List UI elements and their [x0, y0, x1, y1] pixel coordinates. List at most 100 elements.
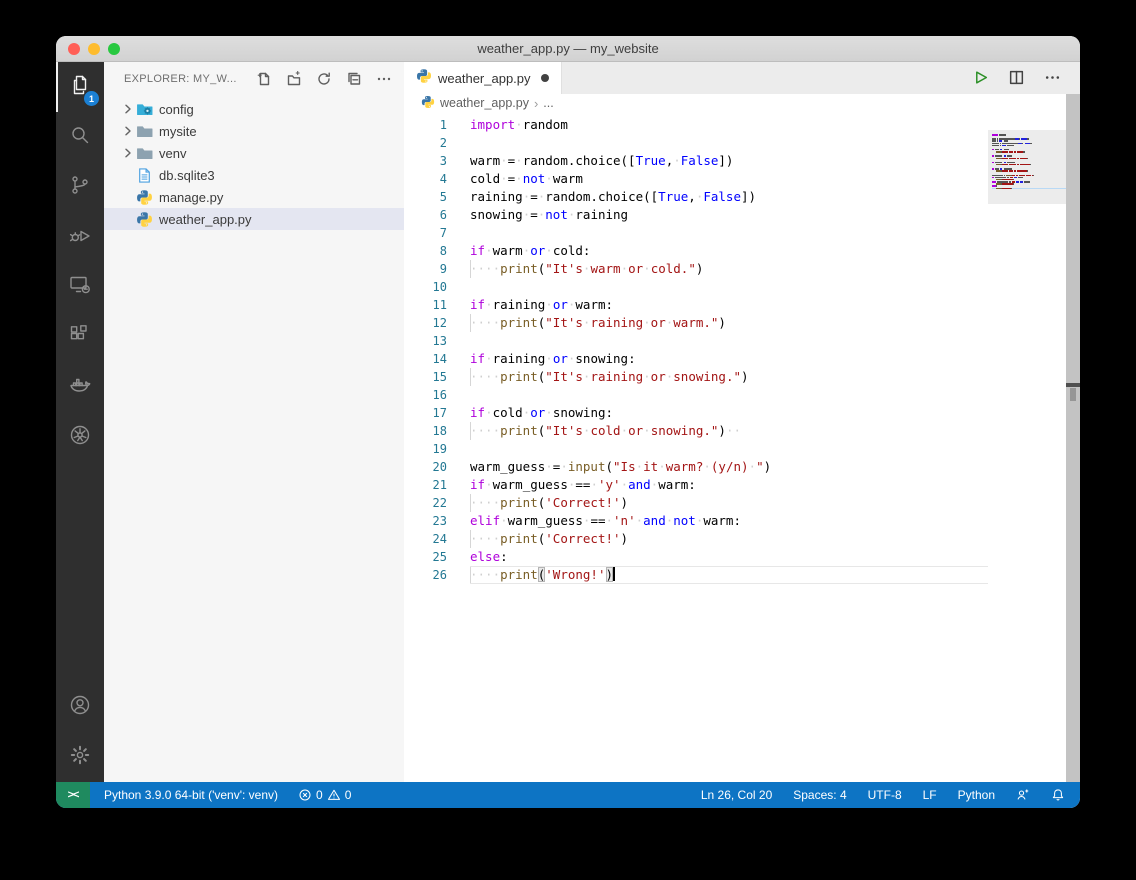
activity-item-kubernetes[interactable]	[56, 412, 104, 462]
code-line-22[interactable]: 22····print('Correct!')	[404, 494, 1080, 512]
line-number[interactable]: 16	[404, 386, 470, 404]
code-line-16[interactable]: 16	[404, 386, 1080, 404]
activity-item-account[interactable]	[56, 682, 104, 732]
bell-icon[interactable]	[1049, 788, 1067, 802]
line-number[interactable]: 10	[404, 278, 470, 296]
code-line-15[interactable]: 15····print("It's·raining·or·snowing.")	[404, 368, 1080, 386]
code-line-14[interactable]: 14if·raining·or·snowing:	[404, 350, 1080, 368]
line-number[interactable]: 17	[404, 404, 470, 422]
tree-item-mysite[interactable]: mysite	[104, 120, 404, 142]
activity-item-run-debug[interactable]	[56, 212, 104, 262]
code-line-7[interactable]: 7	[404, 224, 1080, 242]
scrollbar-handle[interactable]	[1070, 388, 1076, 401]
code-token: False	[681, 153, 719, 168]
feedback-icon[interactable]	[1014, 788, 1032, 802]
line-number[interactable]: 1	[404, 116, 470, 134]
line-number[interactable]: 3	[404, 152, 470, 170]
scrollbar[interactable]	[1066, 94, 1080, 782]
minimap[interactable]	[988, 130, 1066, 204]
line-number[interactable]: 12	[404, 314, 470, 332]
code-line-1[interactable]: 1import·random	[404, 116, 1080, 134]
line-number[interactable]: 19	[404, 440, 470, 458]
code-line-18[interactable]: 18····print("It's·cold·or·snowing.")··	[404, 422, 1080, 440]
code-line-23[interactable]: 23elif·warm_guess·==·'n'·and·not·warm:	[404, 512, 1080, 530]
code-editor[interactable]: 1import·random23warm·=·random.choice([Tr…	[404, 112, 1080, 584]
line-number[interactable]: 23	[404, 512, 470, 530]
code-line-10[interactable]: 10	[404, 278, 1080, 296]
breadcrumb-segment[interactable]: ...	[543, 96, 553, 110]
line-number[interactable]: 11	[404, 296, 470, 314]
chevron-right-icon[interactable]	[120, 145, 136, 161]
run-button[interactable]	[972, 69, 990, 87]
line-number[interactable]: 4	[404, 170, 470, 188]
chevron-right-icon[interactable]	[120, 123, 136, 139]
line-number[interactable]: 20	[404, 458, 470, 476]
chevron-right-icon[interactable]	[120, 101, 136, 117]
line-number[interactable]: 13	[404, 332, 470, 350]
eol-status[interactable]: LF	[921, 788, 939, 802]
line-number[interactable]: 7	[404, 224, 470, 242]
line-number[interactable]: 25	[404, 548, 470, 566]
tree-item-manage.py[interactable]: manage.py	[104, 186, 404, 208]
encoding-status[interactable]: UTF-8	[866, 788, 904, 802]
code-line-3[interactable]: 3warm·=·random.choice([True,·False])	[404, 152, 1080, 170]
tree-item-weather_app.py[interactable]: weather_app.py	[104, 208, 404, 230]
problems-status[interactable]: 0 0	[296, 788, 353, 802]
code-line-13[interactable]: 13	[404, 332, 1080, 350]
title-bar[interactable]: weather_app.py — my_website	[56, 36, 1080, 62]
more-button[interactable]	[1044, 69, 1062, 87]
code-line-24[interactable]: 24····print('Correct!')	[404, 530, 1080, 548]
tree-item-venv[interactable]: venv	[104, 142, 404, 164]
line-number[interactable]: 9	[404, 260, 470, 278]
new-folder-button[interactable]	[284, 69, 304, 89]
tree-item-db.sqlite3[interactable]: db.sqlite3	[104, 164, 404, 186]
code-line-4[interactable]: 4cold·=·not·warm	[404, 170, 1080, 188]
split-editor-button[interactable]	[1008, 69, 1026, 87]
line-number[interactable]: 6	[404, 206, 470, 224]
code-line-11[interactable]: 11if·raining·or·warm:	[404, 296, 1080, 314]
line-number[interactable]: 8	[404, 242, 470, 260]
remote-indicator[interactable]: ><	[56, 782, 90, 808]
line-number[interactable]: 21	[404, 476, 470, 494]
code-line-12[interactable]: 12····print("It's·raining·or·warm.")	[404, 314, 1080, 332]
breadcrumb-segment[interactable]: weather_app.py	[440, 96, 529, 110]
code-line-21[interactable]: 21if·warm_guess·==·'y'·and·warm:	[404, 476, 1080, 494]
activity-item-docker[interactable]	[56, 362, 104, 412]
tab-weather-app[interactable]: weather_app.py	[404, 62, 562, 94]
activity-item-search[interactable]	[56, 112, 104, 162]
line-number[interactable]: 2	[404, 134, 470, 152]
python-interpreter-status[interactable]: Python 3.9.0 64-bit ('venv': venv)	[102, 788, 280, 802]
refresh-button[interactable]	[314, 69, 334, 89]
line-number[interactable]: 24	[404, 530, 470, 548]
cursor-position-status[interactable]: Ln 26, Col 20	[699, 788, 774, 802]
collapse-all-button[interactable]	[344, 69, 364, 89]
code-line-5[interactable]: 5raining·=·random.choice([True,·False])	[404, 188, 1080, 206]
indentation-status[interactable]: Spaces: 4	[791, 788, 848, 802]
code-line-25[interactable]: 25else:	[404, 548, 1080, 566]
code-line-8[interactable]: 8if·warm·or·cold:	[404, 242, 1080, 260]
line-number[interactable]: 14	[404, 350, 470, 368]
code-token: raining	[470, 189, 523, 204]
code-line-17[interactable]: 17if·cold·or·snowing:	[404, 404, 1080, 422]
code-line-9[interactable]: 9····print("It's·warm·or·cold.")	[404, 260, 1080, 278]
more-button[interactable]	[374, 69, 394, 89]
code-line-20[interactable]: 20warm_guess·=·input("Is·it·warm?·(y/n)·…	[404, 458, 1080, 476]
line-number[interactable]: 18	[404, 422, 470, 440]
line-number[interactable]: 26	[404, 566, 470, 584]
activity-item-settings[interactable]	[56, 732, 104, 782]
code-line-6[interactable]: 6snowing·=·not·raining	[404, 206, 1080, 224]
line-number[interactable]: 5	[404, 188, 470, 206]
line-number[interactable]: 22	[404, 494, 470, 512]
tree-item-config[interactable]: config	[104, 98, 404, 120]
activity-item-explorer[interactable]: 1	[56, 62, 104, 112]
code-line-2[interactable]: 2	[404, 134, 1080, 152]
activity-item-extensions[interactable]	[56, 312, 104, 362]
code-line-19[interactable]: 19	[404, 440, 1080, 458]
modified-dot-icon[interactable]	[541, 74, 549, 82]
language-mode-status[interactable]: Python	[956, 788, 997, 802]
line-number[interactable]: 15	[404, 368, 470, 386]
activity-item-source-control[interactable]	[56, 162, 104, 212]
activity-item-remote-explorer[interactable]	[56, 262, 104, 312]
new-file-button[interactable]	[254, 69, 274, 89]
code-line-26[interactable]: 26····print('Wrong!')	[404, 566, 1080, 584]
